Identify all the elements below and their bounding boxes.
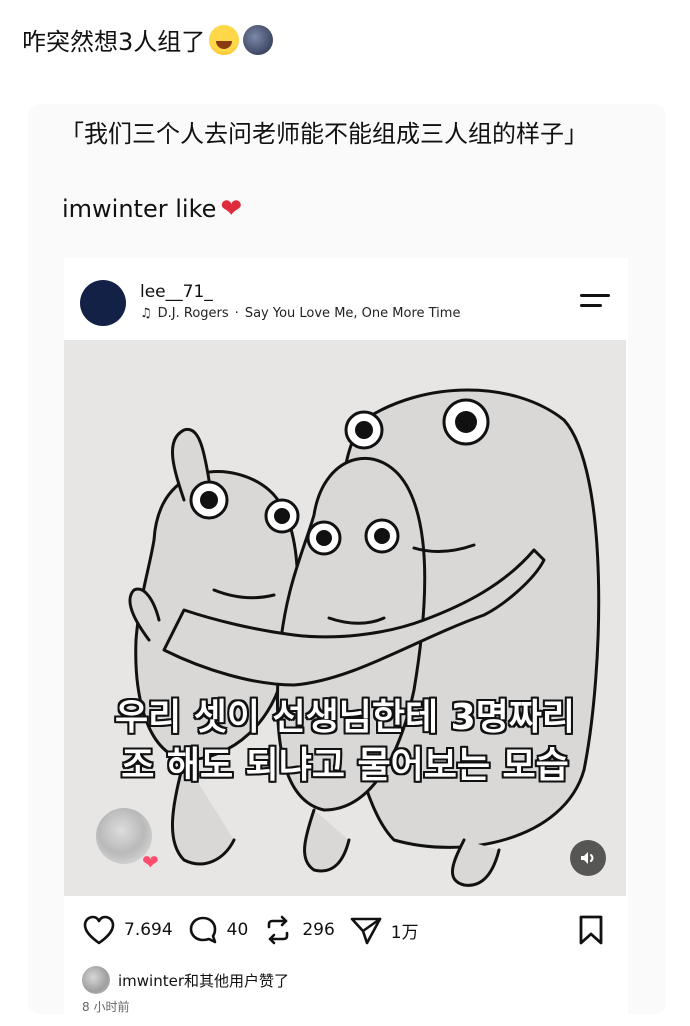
share-action[interactable]: 1万	[349, 914, 419, 946]
hugging-creatures-illustration	[64, 340, 626, 896]
like-action[interactable]: 7.694	[82, 914, 173, 946]
like-line: imwinter like ❤	[62, 194, 242, 224]
caption-line-1: 우리 셋이 선생님한테 3명짜리	[114, 697, 576, 738]
speaker-icon	[581, 852, 594, 864]
music-separator: ·	[234, 306, 239, 321]
share-icon[interactable]	[349, 914, 383, 946]
laughing-tears-icon	[209, 24, 240, 55]
pink-heart-icon: ❤	[142, 850, 159, 874]
repost-icon[interactable]	[262, 914, 294, 946]
music-artist: D.J. Rogers	[157, 306, 229, 321]
username[interactable]: lee__71_	[140, 282, 213, 302]
new-moon-face-icon	[243, 24, 274, 55]
share-count: 1万	[390, 922, 419, 943]
post-media[interactable]: 우리 셋이 선생님한테 3명짜리 조 해도 되냐고 물어보는 모습 ❤	[64, 340, 626, 896]
liked-by-avatar[interactable]	[82, 966, 110, 994]
timestamp: 8 小时前	[82, 1000, 130, 1014]
bookmark-button[interactable]	[576, 914, 606, 950]
like-line-text: imwinter like	[62, 195, 217, 223]
sound-toggle-button[interactable]	[570, 840, 606, 876]
like-count: 7.694	[124, 920, 173, 940]
user-avatar[interactable]	[80, 280, 126, 326]
caption-line-2: 조 해도 되냐고 물어보는 모습	[121, 745, 569, 786]
quote-text: 「我们三个人去问老师能不能组成三人组的样子」	[60, 120, 588, 148]
liked-by-text[interactable]: imwinter和其他用户赞了	[118, 970, 289, 991]
menu-icon[interactable]	[580, 292, 610, 312]
post-title: 咋突然想3人组了	[22, 22, 274, 57]
red-heart-icon: ❤	[220, 194, 243, 224]
post-title-text: 咋突然想3人组了	[22, 28, 206, 56]
music-note-icon: ♫	[140, 306, 152, 321]
music-song: Say You Love Me, One More Time	[244, 306, 461, 321]
bookmark-icon[interactable]	[576, 914, 606, 946]
heart-icon[interactable]	[82, 914, 116, 946]
liked-by: imwinter和其他用户赞了	[82, 966, 289, 994]
comment-icon[interactable]	[187, 914, 219, 946]
comment-count: 40	[226, 920, 249, 940]
action-bar: 7.694 40 296 1万	[82, 914, 419, 946]
repost-action[interactable]: 296	[262, 914, 335, 946]
music-info[interactable]: ♫ D.J. Rogers · Say You Love Me, One Mor…	[140, 306, 460, 321]
repost-count: 296	[302, 920, 335, 940]
comment-action[interactable]: 40	[187, 914, 249, 946]
